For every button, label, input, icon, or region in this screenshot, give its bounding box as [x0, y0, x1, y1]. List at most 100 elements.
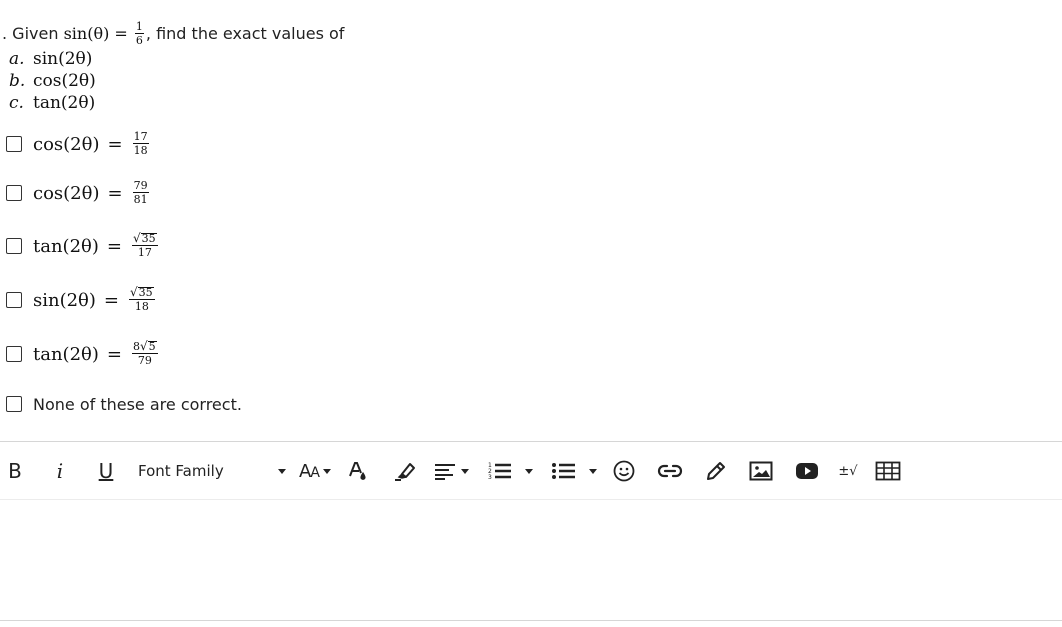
link-button[interactable]	[656, 452, 684, 490]
option-fraction: 8 √ 5 79	[132, 338, 158, 367]
part-label: c.	[9, 93, 24, 113]
radicand: 35	[140, 231, 157, 245]
font-family-label: Font Family	[138, 462, 224, 480]
option-eq: =	[103, 289, 120, 311]
text-color-button[interactable]	[346, 452, 370, 490]
option-lhs: sin(2θ)	[33, 289, 96, 311]
given-fraction: 1 6	[134, 20, 144, 47]
answer-option-6[interactable]: None of these are correct.	[6, 390, 242, 418]
answer-checkbox[interactable]	[6, 238, 22, 254]
highlight-icon	[395, 463, 415, 481]
answer-checkbox[interactable]	[6, 396, 22, 412]
option-numerator: 17	[132, 129, 149, 144]
answer-checkbox[interactable]	[6, 136, 22, 152]
question-suffix: , find the exact values of	[145, 24, 345, 43]
option-denominator: 81	[133, 192, 148, 206]
part-b: b. cos(2θ)	[9, 70, 96, 92]
radicand: 5	[147, 339, 157, 353]
align-icon	[435, 464, 455, 480]
part-expr: tan(2θ)	[33, 93, 96, 113]
answer-option-5[interactable]: tan(2θ) = 8 √ 5 79	[6, 340, 160, 368]
answer-option-4[interactable]: sin(2θ) = √ 35 18	[6, 286, 157, 314]
part-label: b.	[9, 71, 26, 91]
video-icon	[796, 463, 818, 479]
chevron-down-icon	[589, 468, 597, 474]
answer-checkbox[interactable]	[6, 346, 22, 362]
chevron-down-icon	[525, 468, 533, 474]
divider	[0, 620, 1062, 621]
option-text: None of these are correct.	[33, 394, 242, 414]
option-eq: =	[106, 343, 122, 365]
link-icon	[657, 464, 683, 478]
image-button[interactable]	[748, 452, 774, 490]
option-numerator: √ 35	[129, 284, 155, 300]
question-prompt: . Given sin(θ) = 1 6 , find the exact va…	[2, 20, 345, 47]
font-size-icon: AA	[299, 460, 320, 482]
emoji-button[interactable]	[612, 452, 636, 490]
option-expression: tan(2θ) = 8 √ 5 79	[33, 338, 160, 367]
sqrt-icon: √	[140, 338, 148, 353]
italic-icon: i	[56, 459, 64, 483]
option-fraction: √ 35 18	[129, 284, 155, 312]
question-prefix: . Given	[2, 24, 59, 43]
radicand: 35	[137, 285, 154, 299]
option-fraction: √ 35 17	[132, 230, 158, 259]
option-eq: =	[107, 182, 123, 204]
answer-option-2[interactable]: cos(2θ) = 79 81	[6, 179, 151, 207]
answer-option-3[interactable]: tan(2θ) = √ 35 17	[6, 232, 160, 260]
unordered-list-icon	[552, 463, 575, 479]
underline-button[interactable]: U	[94, 452, 118, 490]
option-expression: cos(2θ) = 79 81	[33, 178, 151, 206]
draw-icon	[707, 462, 725, 480]
option-denominator: 79	[137, 353, 152, 367]
option-numerator: 8 √ 5	[132, 338, 158, 354]
part-label: a.	[9, 49, 25, 69]
option-denominator: 17	[137, 245, 152, 259]
emoji-icon	[613, 460, 635, 482]
answer-option-1[interactable]: cos(2θ) = 17 18	[6, 130, 151, 158]
ordered-list-dropdown[interactable]: 1 2 3	[482, 452, 538, 490]
given-lhs: sin(θ)	[63, 24, 110, 43]
font-family-dropdown[interactable]: Font Family	[138, 452, 298, 490]
option-expression: tan(2θ) = √ 35 17	[33, 230, 160, 259]
answer-editor[interactable]	[0, 500, 1062, 620]
chevron-down-icon	[461, 468, 469, 474]
option-denominator: 18	[133, 143, 148, 157]
option-numerator: 79	[132, 178, 149, 193]
math-equation-button[interactable]: ±√	[836, 452, 860, 490]
editor-toolbar: B i U Font Family AA 1 2 3 ±√	[0, 452, 1062, 490]
sqrt-icon: √	[133, 230, 141, 245]
part-a: a. sin(2θ)	[9, 48, 92, 70]
given-numerator: 1	[134, 20, 144, 34]
option-eq: =	[107, 133, 123, 155]
option-numerator: √ 35	[132, 230, 158, 246]
table-icon	[875, 461, 901, 481]
part-expr: sin(2θ)	[33, 49, 93, 69]
table-button[interactable]	[874, 452, 902, 490]
answer-checkbox[interactable]	[6, 292, 22, 308]
chevron-down-icon	[322, 468, 331, 474]
bold-icon: B	[8, 459, 22, 483]
image-icon	[749, 461, 773, 481]
given-eq: =	[114, 24, 128, 43]
coefficient: 8	[133, 339, 140, 353]
ordered-list-icon: 1 2 3	[488, 462, 511, 481]
option-lhs: tan(2θ)	[33, 235, 99, 257]
video-button[interactable]	[794, 452, 820, 490]
given-denominator: 6	[135, 34, 143, 47]
align-dropdown[interactable]	[430, 452, 472, 490]
sqrt-icon: √	[130, 284, 138, 299]
draw-button[interactable]	[702, 452, 730, 490]
underline-icon: U	[98, 459, 114, 483]
unordered-list-dropdown[interactable]	[546, 452, 602, 490]
chevron-down-icon	[278, 469, 286, 474]
option-lhs: cos(2θ)	[33, 133, 100, 155]
part-c: c. tan(2θ)	[9, 92, 95, 114]
font-size-dropdown[interactable]: AA	[294, 452, 336, 490]
highlight-button[interactable]	[392, 452, 418, 490]
option-expression: sin(2θ) = √ 35 18	[33, 284, 157, 313]
answer-checkbox[interactable]	[6, 185, 22, 201]
italic-button[interactable]: i	[50, 452, 70, 490]
bold-button[interactable]: B	[4, 452, 26, 490]
divider	[0, 441, 1062, 442]
